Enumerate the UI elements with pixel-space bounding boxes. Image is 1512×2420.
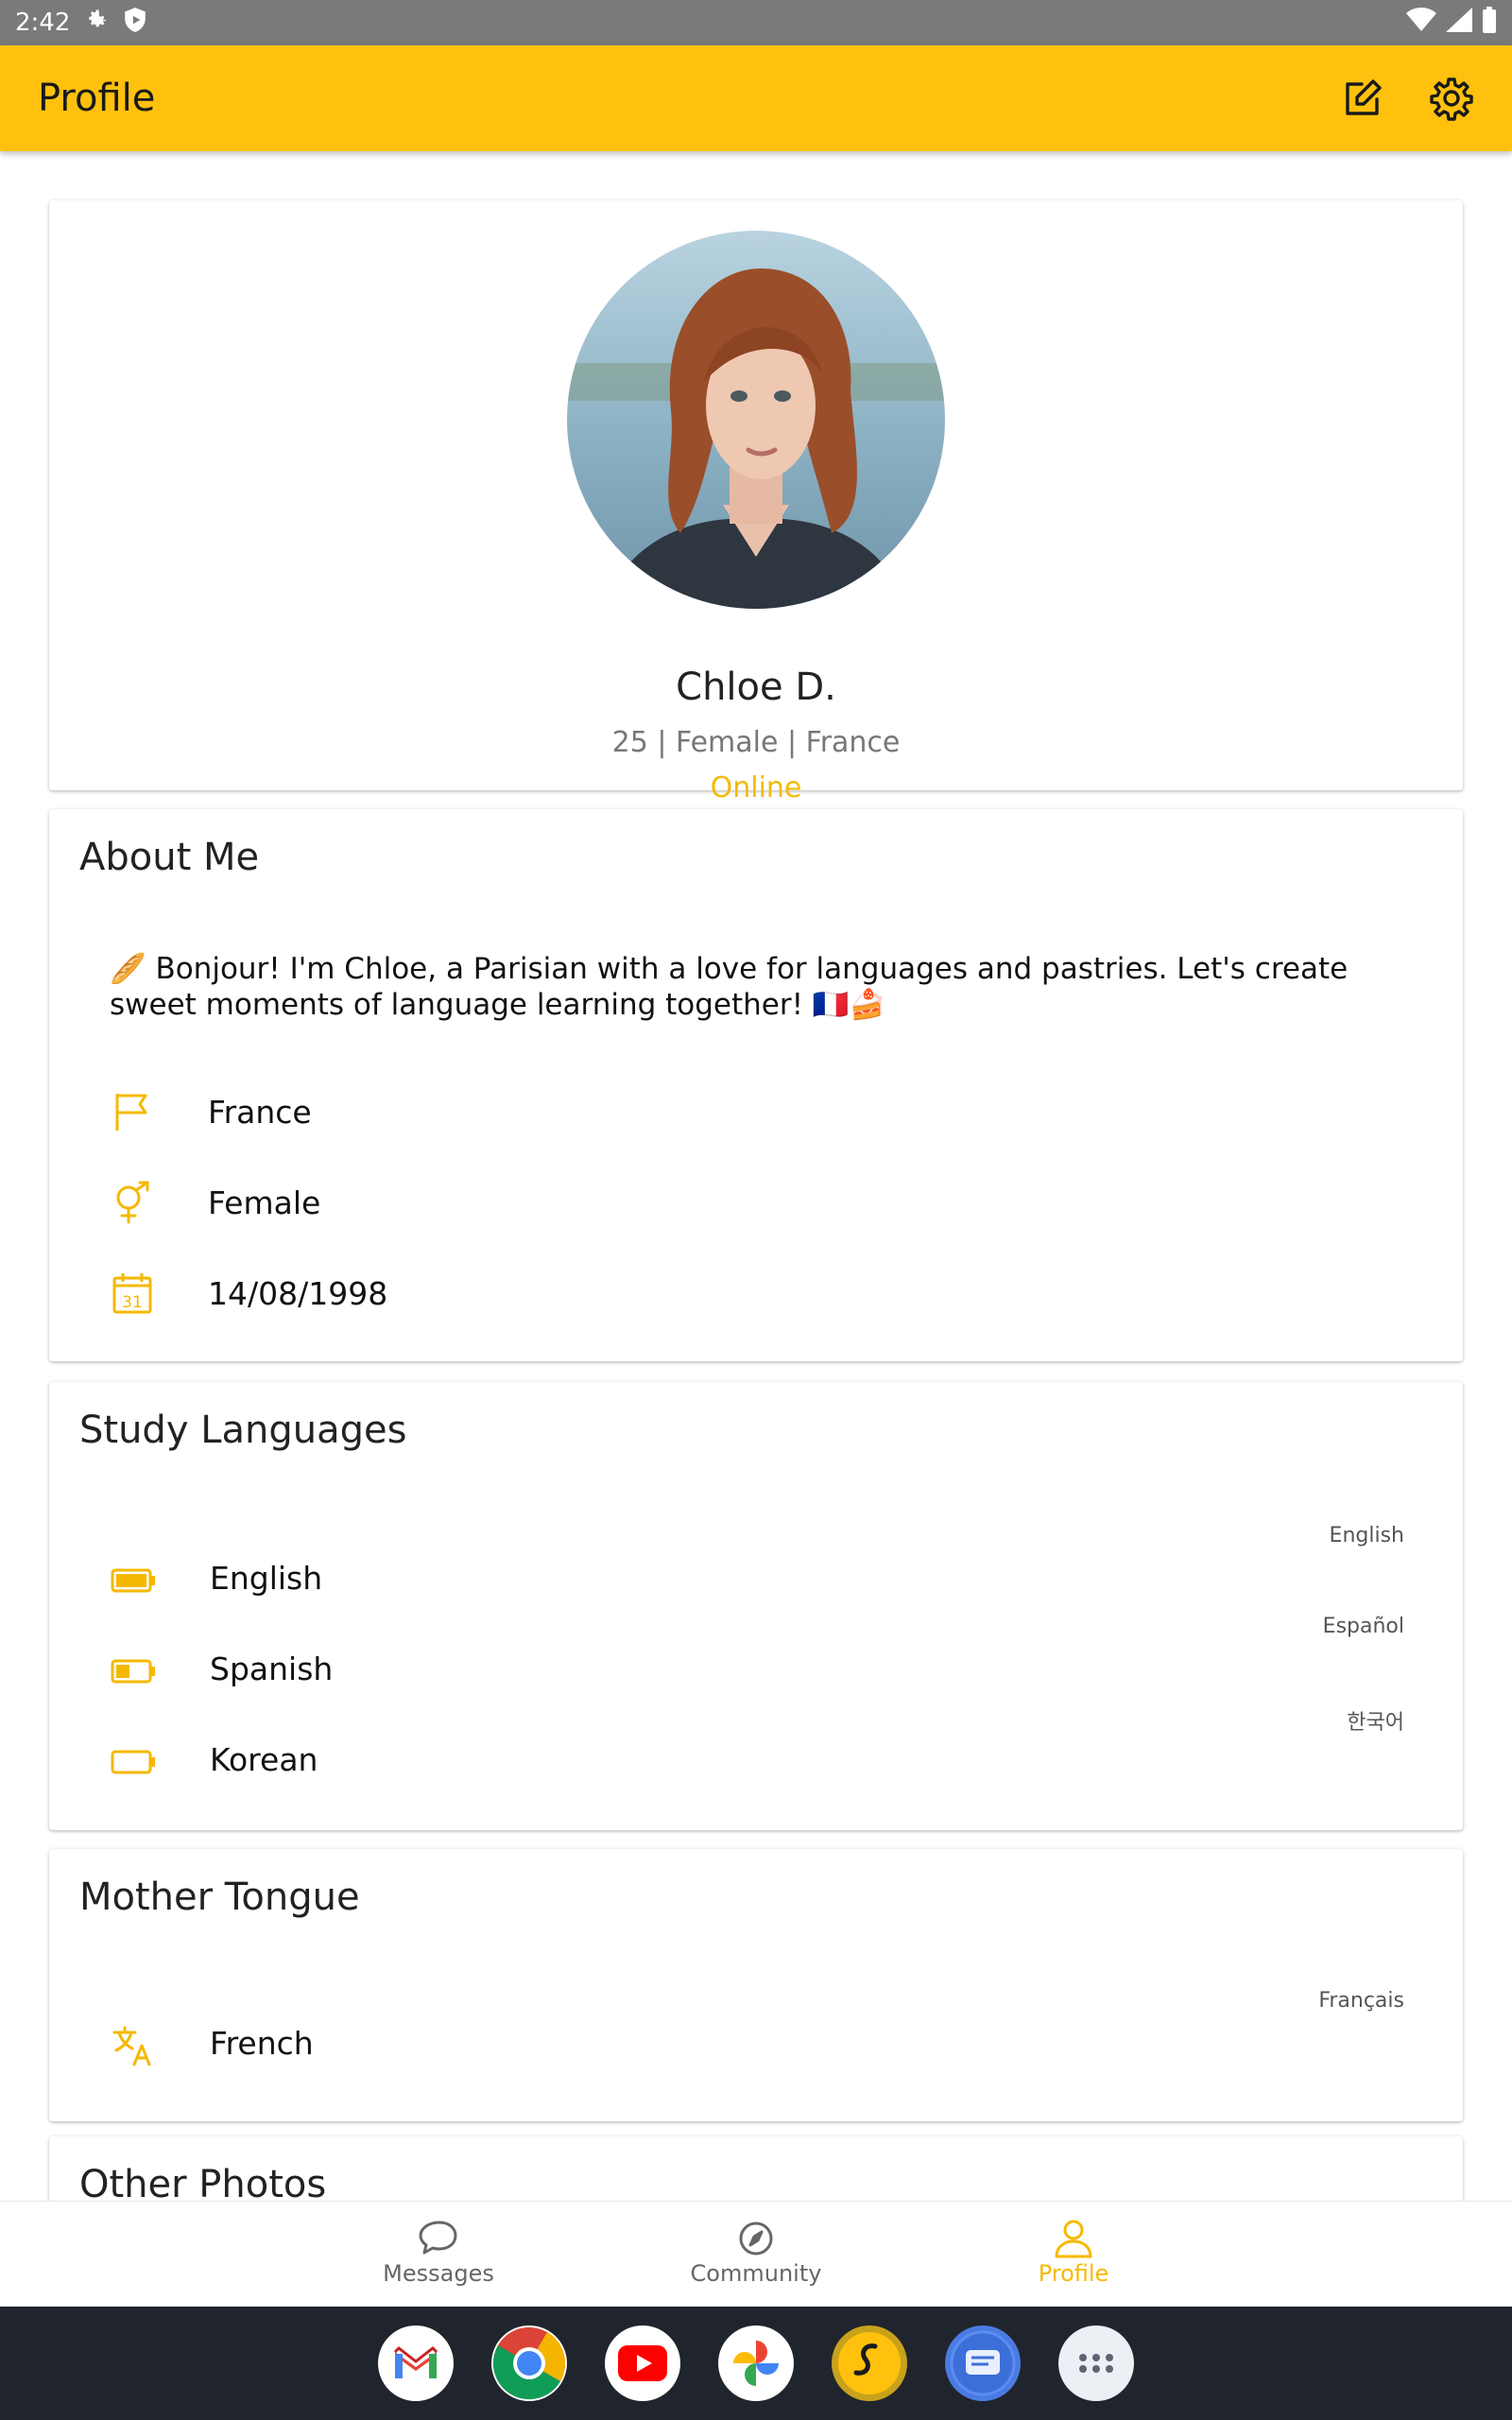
birthdate-text: 14/08/1998 — [208, 1274, 388, 1312]
status-time: 2:42 — [15, 9, 71, 37]
language-row-spanish[interactable]: Spanish Español — [110, 1615, 1404, 1700]
mother-tongue-card: Mother Tongue French Français — [49, 1849, 1463, 2121]
nav-community[interactable]: Community — [662, 2219, 850, 2287]
compass-icon — [739, 2221, 773, 2256]
youtube-app-icon[interactable] — [605, 2325, 680, 2401]
study-languages-card: Study Languages English English Spanish … — [49, 1382, 1463, 1830]
nav-label: Messages — [383, 2260, 494, 2287]
page-title: Profile — [38, 77, 156, 120]
gender-icon — [110, 1180, 155, 1225]
language-native-name: 한국어 — [1347, 1711, 1404, 1735]
online-status: Online — [710, 771, 802, 804]
gear-icon[interactable] — [1429, 76, 1474, 121]
translate-icon — [110, 2023, 157, 2068]
language-native-name: Español — [1322, 1615, 1404, 1638]
status-bar: 2:42 — [0, 0, 1512, 45]
profile-meta: 25 | Female | France — [611, 726, 901, 759]
photos-title: Other Photos — [79, 2163, 327, 2201]
settings-status-icon — [83, 7, 110, 40]
birthdate-row: 31 14/08/1998 — [110, 1265, 387, 1322]
chrome-app-icon[interactable] — [491, 2325, 567, 2401]
profile-content[interactable]: Chloe D. 25 | Female | France Online Abo… — [0, 151, 1512, 2201]
level-battery-icon — [110, 1649, 157, 1694]
app-icon-yellow[interactable] — [832, 2325, 907, 2401]
nav-profile[interactable]: Profile — [979, 2219, 1168, 2287]
person-icon — [1055, 2220, 1092, 2258]
flag-icon — [110, 1089, 155, 1134]
language-name: English — [210, 1560, 323, 1597]
other-photos-card: Other Photos — [49, 2136, 1463, 2201]
language-row-korean[interactable]: Korean 한국어 — [110, 1711, 1404, 1790]
profile-card: Chloe D. 25 | Female | France Online — [49, 200, 1463, 804]
language-name: French — [210, 2025, 314, 2062]
level-battery-icon — [110, 1739, 157, 1785]
about-card: About Me 🥖 Bonjour! I'm Chloe, a Parisia… — [49, 809, 1463, 1361]
bottom-navigation: Messages Community Profile — [0, 2201, 1512, 2307]
system-dock — [0, 2307, 1512, 2420]
gmail-app-icon[interactable] — [378, 2325, 454, 2401]
language-native-name: English — [1329, 1524, 1404, 1547]
messages-app-icon[interactable] — [945, 2325, 1021, 2401]
country-row: France — [110, 1083, 312, 1140]
shield-status-icon — [123, 7, 147, 40]
nav-messages[interactable]: Messages — [344, 2219, 533, 2287]
bio-text: 🥖 Bonjour! I'm Chloe, a Parisian with a … — [110, 952, 1349, 1022]
nav-label: Community — [690, 2260, 822, 2287]
edit-icon[interactable] — [1340, 76, 1385, 121]
svg-text:31: 31 — [122, 1293, 143, 1312]
chat-icon — [419, 2221, 457, 2255]
language-name: Korean — [210, 1741, 318, 1778]
app-bar: Profile — [0, 45, 1512, 151]
gender-row: Female — [110, 1174, 320, 1231]
signal-icon — [1446, 7, 1472, 39]
mother-title: Mother Tongue — [79, 1876, 360, 1919]
study-title: Study Languages — [79, 1409, 407, 1452]
gender-text: Female — [208, 1184, 321, 1221]
wifi-icon — [1406, 7, 1436, 39]
language-native-name: Français — [1318, 1989, 1404, 2013]
language-row-english[interactable]: English English — [110, 1524, 1404, 1609]
photos-app-icon[interactable] — [718, 2325, 794, 2401]
calendar-icon: 31 — [110, 1270, 155, 1316]
language-row-french[interactable]: French Français — [110, 1989, 1404, 2074]
language-name: Spanish — [210, 1651, 334, 1687]
nav-label: Profile — [1038, 2260, 1109, 2287]
about-title: About Me — [79, 836, 260, 879]
level-battery-icon — [110, 1558, 157, 1603]
battery-icon — [1482, 6, 1497, 40]
avatar[interactable] — [567, 231, 945, 609]
profile-name: Chloe D. — [676, 666, 836, 709]
country-text: France — [208, 1093, 312, 1131]
app-drawer-icon[interactable] — [1058, 2325, 1134, 2401]
